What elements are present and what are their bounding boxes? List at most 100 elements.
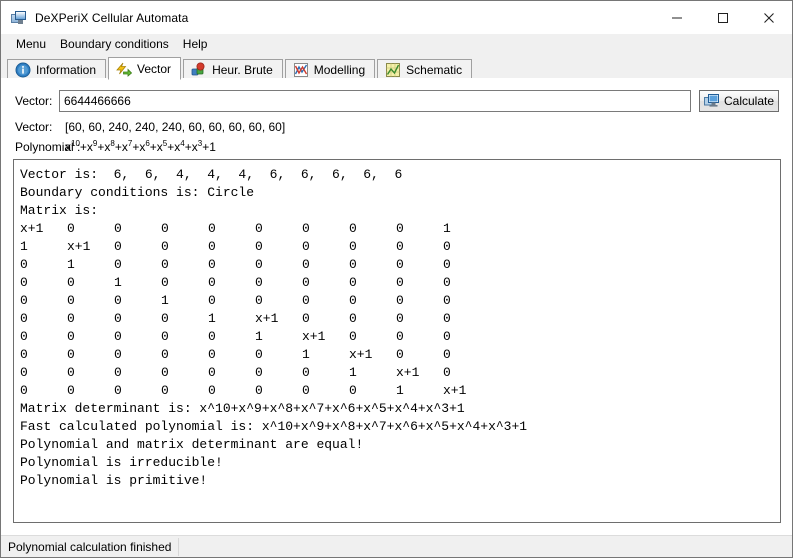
matrix-cell: 0 — [396, 257, 404, 272]
matrix-cell: 0 — [67, 365, 75, 380]
matrix-cell: 0 — [161, 275, 169, 290]
tab-strip: Information Vector Heur. Brute Modelling… — [1, 54, 792, 80]
close-icon[interactable] — [746, 1, 792, 34]
matrix-cell: 0 — [349, 275, 357, 290]
matrix-cell: 0 — [208, 221, 216, 236]
matrix-cell: 0 — [349, 311, 357, 326]
matrix-cell: 0 — [302, 293, 310, 308]
matrix-row: 0 1 0 0 0 0 0 0 0 0 — [20, 256, 774, 274]
matrix-cell: 0 — [114, 221, 122, 236]
title-bar: DeXPeriX Cellular Automata — [1, 1, 792, 34]
tab-information[interactable]: Information — [7, 59, 107, 80]
matrix-cell: 0 — [20, 311, 28, 326]
menu-item-boundary-conditions[interactable]: Boundary conditions — [53, 35, 176, 53]
matrix-cell: 0 — [67, 329, 75, 344]
output-text-area[interactable]: Vector is: 6, 6, 4, 4, 4, 6, 6, 6, 6, 6 … — [13, 159, 781, 523]
matrix-cell: x+1 — [20, 221, 44, 236]
output-line-matrix-header: Matrix is: — [20, 203, 99, 218]
output-line-irreducible: Polynomial is irreducible! — [20, 455, 223, 470]
output-line-vector: Vector is: 6, 6, 4, 4, 4, 6, 6, 6, 6, 6 — [20, 167, 403, 182]
matrix-cell: 0 — [443, 239, 451, 254]
matrix-cell: 1 — [161, 293, 169, 308]
matrix-cell: 0 — [208, 347, 216, 362]
window-title: DeXPeriX Cellular Automata — [35, 10, 189, 25]
calculate-button[interactable]: Calculate — [699, 90, 779, 112]
tab-heur-brute[interactable]: Heur. Brute — [183, 59, 283, 80]
matrix-cell: 0 — [67, 293, 75, 308]
matrix-cell: 0 — [349, 329, 357, 344]
matrix-cell: x+1 — [302, 329, 326, 344]
matrix-cell: 0 — [443, 347, 451, 362]
matrix-cell: 1 — [67, 257, 75, 272]
menu-bar: Menu Boundary conditions Help — [1, 34, 792, 54]
matrix-cell: 0 — [396, 347, 404, 362]
matrix-row: 0 0 0 0 0 0 1 x+1 0 0 — [20, 346, 774, 364]
matrix-cell: x+1 — [396, 365, 420, 380]
info-icon — [15, 62, 31, 78]
matrix-cell: 0 — [114, 347, 122, 362]
matrix-cell: 0 — [114, 383, 122, 398]
matrix-cell: 0 — [161, 383, 169, 398]
matrix-cell: 0 — [161, 311, 169, 326]
matrix-cell: 0 — [208, 239, 216, 254]
matrix-cell: 0 — [67, 311, 75, 326]
matrix-cell: 0 — [443, 329, 451, 344]
minimize-icon[interactable] — [654, 1, 700, 34]
matrix-cell: 0 — [20, 257, 28, 272]
matrix-cell: 0 — [396, 293, 404, 308]
matrix-cell: 0 — [208, 383, 216, 398]
matrix-cell: 0 — [255, 347, 263, 362]
matrix-cell: 0 — [349, 221, 357, 236]
matrix-row: 0 0 1 0 0 0 0 0 0 0 — [20, 274, 774, 292]
matrix-cell: 0 — [302, 221, 310, 236]
matrix-cell: 0 — [443, 311, 451, 326]
matrix-cell: 1 — [20, 239, 28, 254]
matrix-row: x+1 0 0 0 0 0 0 0 0 1 — [20, 220, 774, 238]
matrix-cell: 0 — [161, 221, 169, 236]
matrix-cell: 0 — [208, 365, 216, 380]
matrix-cell: 0 — [161, 239, 169, 254]
matrix-cell: 0 — [396, 329, 404, 344]
matrix-cell: 0 — [255, 383, 263, 398]
matrix-cell: 0 — [20, 293, 28, 308]
matrix-cell: 0 — [67, 383, 75, 398]
matrix-cell: 0 — [443, 293, 451, 308]
matrix-cell: 0 — [20, 365, 28, 380]
menu-item-menu[interactable]: Menu — [9, 35, 53, 53]
tab-label: Heur. Brute — [212, 63, 273, 77]
matrix-cell: 0 — [161, 347, 169, 362]
tab-label: Information — [36, 63, 97, 77]
matrix-cell: 0 — [114, 365, 122, 380]
matrix-cell: 0 — [443, 275, 451, 290]
matrix-row: 1 x+1 0 0 0 0 0 0 0 0 — [20, 238, 774, 256]
matrix-cell: x+1 — [67, 239, 91, 254]
matrix-cell: 0 — [443, 257, 451, 272]
matrix-cell: 0 — [67, 275, 75, 290]
vector-input[interactable] — [59, 90, 691, 112]
matrix-cell: x+1 — [349, 347, 373, 362]
output-matrix: x+1 0 0 0 0 0 0 0 0 1 1 x+1 0 0 0 0 0 0 0 0 0 1 0 0 0 0 0 0 0 0 0 0 1 0 0 0… — [20, 220, 774, 400]
matrix-cell: 0 — [161, 257, 169, 272]
matrix-cell: 0 — [114, 257, 122, 272]
tab-vector[interactable]: Vector — [108, 57, 182, 80]
maximize-icon[interactable] — [700, 1, 746, 34]
matrix-cell: 0 — [302, 275, 310, 290]
matrix-cell: 0 — [114, 311, 122, 326]
tab-label: Schematic — [406, 63, 463, 77]
matrix-cell: x+1 — [255, 311, 279, 326]
chart-icon — [293, 62, 309, 78]
matrix-cell: 1 — [255, 329, 263, 344]
matrix-cell: 0 — [208, 275, 216, 290]
matrix-cell: 0 — [20, 347, 28, 362]
matrix-row: 0 0 0 0 1 x+1 0 0 0 0 — [20, 310, 774, 328]
vector-summary-row: Vector: [60, 60, 240, 240, 240, 60, 60, … — [15, 120, 285, 134]
matrix-row: 0 0 0 0 0 0 0 1 x+1 0 — [20, 364, 774, 382]
matrix-row: 0 0 0 1 0 0 0 0 0 0 — [20, 292, 774, 310]
vector-arrow-icon — [116, 61, 133, 77]
matrix-cell: 1 — [114, 275, 122, 290]
tab-modelling[interactable]: Modelling — [284, 59, 376, 80]
tab-schematic[interactable]: Schematic — [377, 59, 473, 80]
matrix-cell: 0 — [302, 383, 310, 398]
matrix-cell: 0 — [114, 329, 122, 344]
menu-item-help[interactable]: Help — [176, 35, 215, 53]
